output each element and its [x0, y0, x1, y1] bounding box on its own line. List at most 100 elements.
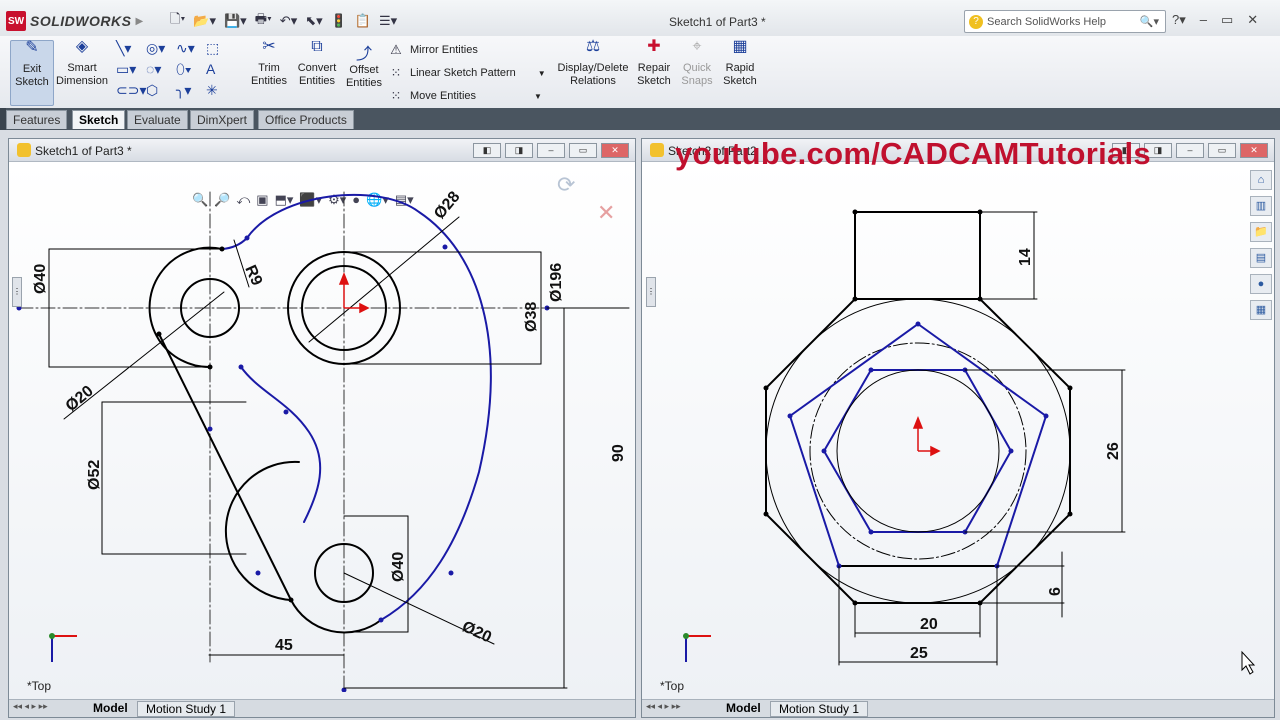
- rapid-sketch-label: Rapid Sketch: [723, 62, 757, 87]
- view-triad: [49, 633, 77, 662]
- dim-r9: R9: [241, 263, 265, 289]
- mirror-entities-button[interactable]: ⚠ Mirror Entities: [388, 42, 478, 58]
- trim-entities-button[interactable]: ✂ Trim Entities: [246, 38, 292, 88]
- right-sketch-drawing: 14 26 6 20 25: [683, 209, 1256, 675]
- tab-motion-study-right[interactable]: Motion Study 1: [770, 701, 869, 717]
- tab-model-right[interactable]: Model: [718, 701, 769, 715]
- rebuild-icon[interactable]: 🚦: [331, 13, 347, 29]
- circle-icon[interactable]: ◎▾: [146, 40, 176, 57]
- repair-icon: ✚: [647, 38, 661, 55]
- tab-evaluate[interactable]: Evaluate: [127, 110, 188, 129]
- origin-marker: [338, 271, 370, 314]
- confirm-sketch-icon[interactable]: ⟳: [557, 172, 575, 198]
- relations-icon: ⚖: [585, 38, 601, 55]
- minimize-icon[interactable]: –: [1200, 12, 1207, 28]
- offset-entities-button[interactable]: ⤴ Offset Entities: [342, 47, 386, 90]
- custom-properties-icon[interactable]: ▦: [1250, 300, 1272, 320]
- solidworks-logo[interactable]: SW SOLIDWORKS ▶: [6, 10, 143, 32]
- nav-arrows-icon-right[interactable]: ◂◂ ◂ ▸ ▸▸: [646, 701, 681, 712]
- arc-icon[interactable]: ◌▾: [146, 61, 176, 78]
- quick-snaps-button[interactable]: ⌖ Quick Snaps: [678, 38, 716, 88]
- minimize-view-icon[interactable]: –: [537, 143, 565, 158]
- tab-office-products[interactable]: Office Products: [258, 110, 354, 129]
- left-sketch-drawing: Ø40 R9 Ø28 Ø196 Ø38 Ø20 Ø52 90 Ø40 45 Ø2…: [16, 188, 630, 692]
- close-icon[interactable]: ✕: [1247, 12, 1258, 28]
- appearances-icon[interactable]: ●: [1250, 274, 1272, 294]
- line-icon[interactable]: ╲▾: [116, 40, 146, 57]
- exit-sketch-button[interactable]: ✎ Exit Sketch: [10, 40, 54, 106]
- right-graphics-area[interactable]: 14 26 6 20 25 *Top: [642, 162, 1274, 699]
- print-icon[interactable]: 🖶▾: [255, 10, 272, 32]
- pattern-dropdown-icon[interactable]: ▼: [538, 69, 546, 78]
- linear-sketch-pattern-label: Linear Sketch Pattern: [410, 67, 516, 79]
- search-input[interactable]: ? Search SolidWorks Help 🔍▾: [964, 10, 1166, 33]
- rectangle-icon[interactable]: ▭▾: [116, 61, 146, 78]
- ellipse-icon[interactable]: ⬯▾: [176, 61, 206, 78]
- pattern-icon: ⁙: [390, 65, 402, 80]
- move-entities-button[interactable]: ⁙ Move Entities ▼: [388, 88, 542, 104]
- select-icon[interactable]: ⬉▾: [305, 13, 322, 29]
- file-explorer-icon[interactable]: 📁: [1250, 222, 1272, 242]
- tab-motion-study[interactable]: Motion Study 1: [137, 701, 236, 717]
- brand-name: SOLIDWORKS: [30, 13, 132, 29]
- restore-icon[interactable]: ▭: [1221, 12, 1233, 28]
- home-icon[interactable]: ⌂: [1250, 170, 1272, 190]
- dim-90: 90: [610, 444, 627, 462]
- point-icon[interactable]: ✳: [206, 82, 236, 99]
- fillet-icon[interactable]: ╮▾: [176, 82, 206, 99]
- mirror-entities-label: Mirror Entities: [410, 44, 478, 56]
- slot-icon[interactable]: ⊂⊃▾: [116, 82, 147, 99]
- left-panel-expander[interactable]: ⋮: [12, 277, 22, 307]
- move-dropdown-icon[interactable]: ▼: [534, 92, 542, 101]
- logo-menu-arrow-icon[interactable]: ▶: [135, 16, 143, 27]
- help-menu-icon[interactable]: ?▾: [1172, 12, 1186, 28]
- linear-sketch-pattern-button[interactable]: ⁙ Linear Sketch Pattern ▼: [388, 65, 546, 81]
- convert-entities-button[interactable]: ⧉ Convert Entities: [294, 39, 340, 88]
- grid-icon[interactable]: ⬚: [206, 40, 236, 57]
- cancel-sketch-icon[interactable]: ✕: [597, 200, 615, 226]
- save-icon[interactable]: 💾▾: [224, 13, 247, 29]
- spline-icon[interactable]: ∿▾: [176, 40, 206, 57]
- nav-arrows-icon[interactable]: ◂◂ ◂ ▸ ▸▸: [13, 701, 48, 712]
- sw-badge: SW: [6, 11, 26, 31]
- maximize-view-icon-right[interactable]: ▭: [1208, 143, 1236, 158]
- open-icon[interactable]: 📂▾: [193, 13, 216, 29]
- tab-model[interactable]: Model: [85, 701, 136, 715]
- design-library-icon[interactable]: ▥: [1250, 196, 1272, 216]
- maximize-view-icon[interactable]: ▭: [569, 143, 597, 158]
- rapid-sketch-button[interactable]: ▦ Rapid Sketch: [720, 38, 760, 88]
- tab-dimxpert[interactable]: DimXpert: [190, 110, 255, 129]
- options-icon[interactable]: ☰▾: [379, 13, 397, 29]
- move-entities-label: Move Entities: [410, 90, 477, 102]
- quick-snaps-icon: ⌖: [692, 38, 702, 55]
- view-palette-icon[interactable]: ▤: [1250, 248, 1272, 268]
- minimize-view-icon-right[interactable]: –: [1176, 143, 1204, 158]
- polygon-icon[interactable]: ⬡: [146, 82, 176, 99]
- display-delete-relations-label: Display/Delete Relations: [557, 62, 629, 87]
- trim-icon: ✂: [262, 38, 276, 55]
- right-panel-expander[interactable]: ⋮: [646, 277, 656, 307]
- new-document-icon[interactable]: 🗋▾: [170, 10, 185, 32]
- view-orientation-label: *Top: [27, 679, 52, 693]
- text-icon[interactable]: A: [206, 61, 236, 78]
- repair-sketch-label: Repair Sketch: [637, 62, 671, 87]
- dim-14: 14: [1017, 248, 1034, 266]
- rapid-sketch-icon: ▦: [732, 38, 748, 55]
- tile-vertical-icon[interactable]: ◨: [505, 143, 533, 158]
- file-properties-icon[interactable]: 📋: [355, 13, 371, 29]
- left-graphics-area[interactable]: 🔍 🔎 ⤺ ▣ ⬒▾ ⬛▾ ⚙▾ ● 🌐▾ ▤▾ Ø40 R9 Ø28 Ø196…: [9, 162, 635, 699]
- close-view-icon[interactable]: ✕: [601, 143, 629, 158]
- tab-sketch[interactable]: Sketch: [72, 110, 126, 129]
- close-view-icon-right[interactable]: ✕: [1240, 143, 1268, 158]
- sketch-doc-icon-right: [650, 143, 664, 157]
- undo-icon[interactable]: ↶▾: [280, 13, 297, 29]
- tab-features[interactable]: Features: [6, 110, 68, 129]
- tile-horizontal-icon[interactable]: ◧: [473, 143, 501, 158]
- search-icon[interactable]: 🔍▾: [1140, 15, 1159, 28]
- display-delete-relations-button[interactable]: ⚖ Display/Delete Relations: [556, 38, 630, 88]
- left-viewport: Sketch1 of Part3 * ◧ ◨ – ▭ ✕ 🔍 🔎 ⤺ ▣ ⬒▾ …: [8, 138, 636, 718]
- dim-dia52: Ø52: [86, 460, 103, 490]
- smart-dimension-button[interactable]: ◈ Smart Dimension: [56, 39, 108, 88]
- help-icon: ?: [969, 14, 983, 29]
- repair-sketch-button[interactable]: ✚ Repair Sketch: [634, 38, 674, 88]
